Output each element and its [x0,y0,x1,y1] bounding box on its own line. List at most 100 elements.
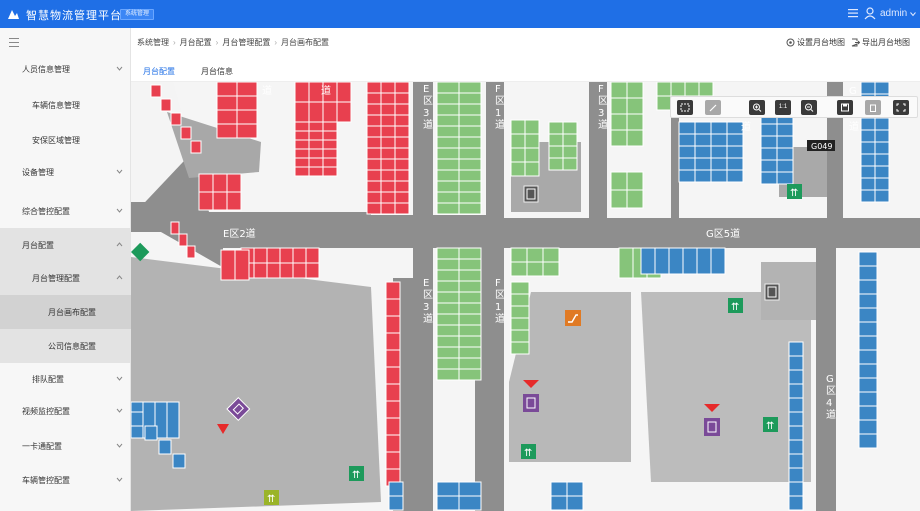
parking-slot [380,191,396,204]
fullscreen-button[interactable] [893,100,909,115]
parking-slot [678,121,696,135]
trash-icon [870,104,876,112]
export-map-button[interactable]: 导出月台地图 [851,37,910,48]
sidebar: 人员信息管理 车辆信息管理安保区域管理设备管理综合管控配置 月台配置 月台管理配置 月台… [0,28,131,511]
breadcrumb-item[interactable]: 月台配置 [180,38,212,47]
parking-slot [436,82,460,94]
parking-slot [526,247,544,263]
breadcrumb: 系统管理 › 月台配置 › 月台管理配置 › 月台画布配置 [137,28,329,58]
parking-slot [458,335,482,348]
select-tool-button[interactable] [677,100,693,115]
sidebar-item[interactable]: 月台配置 [0,228,131,262]
sidebar-item[interactable]: 视频监控配置 [0,394,131,428]
save-icon [841,103,849,112]
parking-slot [860,129,876,143]
edit-tool-button[interactable] [705,100,721,115]
parking-slot [524,133,540,149]
parking-slot [436,147,460,160]
username[interactable]: admin [880,8,907,19]
parking-slot [510,281,530,295]
parking-slot [279,262,294,279]
parking-slot [385,332,401,351]
parking-slot [458,481,482,497]
sidebar-item[interactable]: 公司信息配置 [0,329,131,363]
parking-slot [710,157,728,171]
save-button[interactable] [837,100,853,115]
parking-slot [322,166,338,177]
parking-slot [220,249,236,281]
sidebar-item[interactable]: 人员信息管理 [0,52,131,86]
dock-map-canvas[interactable]: E区2道 G区5道 E区3道F区1道F区3道E区3道F区1道G区4道G道道道道 … [131,82,920,511]
sidebar-item[interactable]: 月台管理配置 [0,261,131,295]
road-label-dao_b: 道 [321,84,331,97]
parking-slot [458,82,482,94]
parking-slot [458,191,482,204]
parking-slot [760,135,778,149]
parking-slot [436,136,460,149]
parking-slot [626,171,644,191]
parking-slot [279,247,294,264]
sidebar-item[interactable]: 一卡通配置 [0,429,131,463]
delete-button[interactable] [865,100,881,115]
parking-slot [860,189,876,203]
parking-slot [178,233,188,247]
sidebar-item[interactable]: 综合管控配置 [0,194,131,228]
parking-slot [385,349,401,368]
parking-slot [858,419,878,435]
parking-slot [776,147,794,161]
sidebar-item-label: 安保区域管理 [32,136,80,145]
user-icon[interactable] [864,7,876,20]
pencil-icon [709,104,717,112]
hamburger-icon[interactable] [9,38,19,47]
chevron-down-icon[interactable] [910,11,916,17]
parking-slot [292,247,307,264]
parking-slot [610,171,628,191]
dock-label: G049 [811,142,832,151]
parking-slot [394,103,410,116]
parking-slot [858,377,878,393]
parking-slot [436,313,460,326]
parking-slot [678,157,696,171]
parking-slot [216,123,238,139]
breadcrumb-separator: › [215,38,219,47]
parking-slot [436,302,460,315]
sidebar-item[interactable]: 设备管理 [0,155,131,189]
road-label-dao_a: 道 [262,84,272,97]
sidebar-item-label: 视频监控配置 [22,407,70,416]
parking-slot [366,191,382,204]
zoom-out-button[interactable] [801,100,817,115]
parking-slot [380,125,396,138]
system-badge[interactable]: 系统管理 [120,9,155,20]
parking-slot [388,481,404,497]
parking-slot [858,279,878,295]
parking-slot [366,125,382,138]
parking-slot [640,247,656,275]
parking-slot [170,112,182,126]
sidebar-item[interactable]: 车辆信息管理 [0,88,131,122]
parking-slot [788,397,804,413]
parking-slot [186,245,196,259]
parking-slot [436,495,460,511]
parking-slot [860,165,876,179]
parking-slot [858,321,878,337]
sidebar-item[interactable]: 排队配置 [0,362,131,396]
parking-slot [458,136,482,149]
breadcrumb-item[interactable]: 月台管理配置 [222,38,270,47]
svg-text:⇈: ⇈ [524,448,532,459]
menu-list-icon[interactable] [848,8,858,19]
zoom-in-button[interactable] [749,100,765,115]
tab-dock-info[interactable]: 月台信息 [201,66,233,77]
zoom-out-icon [805,103,814,112]
sidebar-item[interactable]: 安保区域管理 [0,123,131,157]
sidebar-item[interactable]: 月台画布配置 [0,295,131,329]
parking-slot [305,262,320,279]
sidebar-item[interactable]: 车辆管控配置 [0,463,131,497]
tab-dock-config[interactable]: 月台配置 [143,66,175,85]
parking-slot [548,133,564,147]
zoom-actual-button[interactable]: 1:1 [775,100,791,115]
set-map-button[interactable]: 设置月台地图 [786,37,845,48]
parking-slot [394,158,410,171]
breadcrumb-item[interactable]: 系统管理 [137,38,169,47]
map-svg[interactable]: E区2道 G区5道 E 区 3 道F 区 1 道F 区 3 道E 区 3 道F 区 1 道G 区 4 道G道 道道道 … [131,82,920,511]
export-icon [851,38,861,47]
